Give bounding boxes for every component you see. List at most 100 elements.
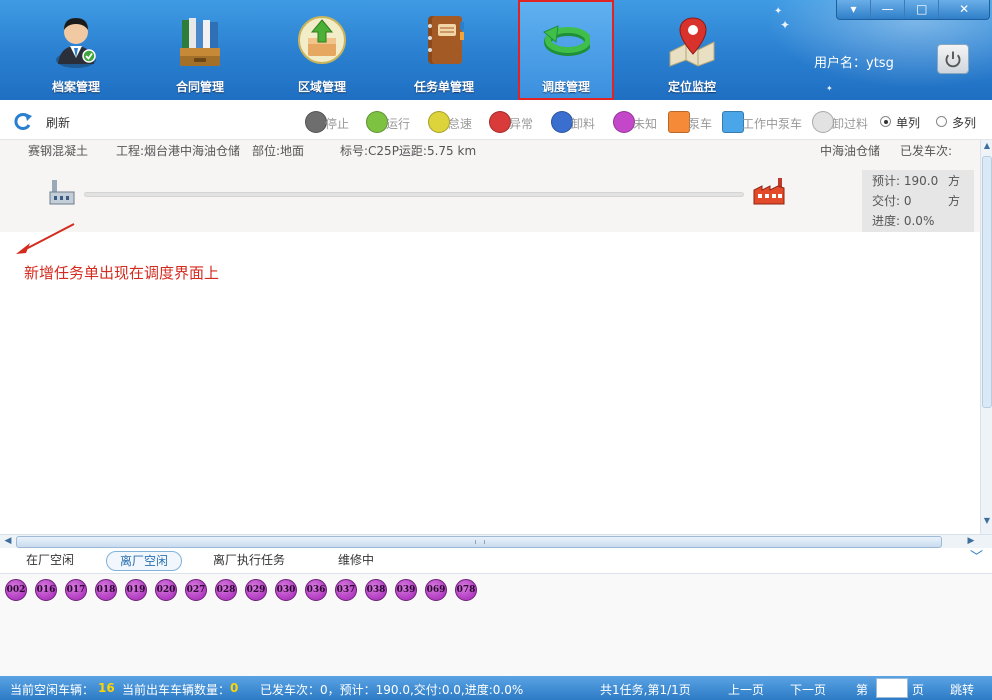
nav-dispatch-management[interactable]: 调度管理 [518,0,614,100]
vehicle-badge[interactable]: 069 [425,579,447,601]
vehicle-badge[interactable]: 036 [305,579,327,601]
top-banner: ✦ ✦ ✦ 档案管理 合同管理 区域管理 任务单管理 调度管理 定位监控 用户名… [0,0,992,100]
vehicle-badge[interactable]: 038 [365,579,387,601]
nav-area-management[interactable]: 区域管理 [274,0,370,100]
scroll-left-icon[interactable]: ◀ [1,535,15,549]
task-project: 工程:烟台港中海油仓储 [116,144,241,158]
page-prefix: 第 [856,683,869,697]
notebook-icon [428,16,464,64]
vertical-scrollbar[interactable]: ▲ ▼ [980,140,992,534]
task-progress-track [84,192,744,197]
vehicle-badge[interactable]: 028 [215,579,237,601]
status-square-icon [668,111,690,133]
nav-label: 任务单管理 [413,80,474,94]
dispatch-arrow-icon [543,25,590,56]
nav-label: 调度管理 [541,80,590,94]
concrete-plant-icon [49,180,75,205]
horizontal-scroll-thumb[interactable] [16,536,942,548]
vehicle-list: 002 016 017 018 019 020 027 028 029 030 … [0,574,992,676]
username-label: 用户名：ytsg [814,56,894,71]
out-vehicles-label: 当前出车车辆数量： [122,683,231,697]
vertical-scroll-thumb[interactable] [982,156,992,408]
jump-button[interactable]: 跳转 [950,681,974,698]
tab-out-plant-idle[interactable]: 离厂空闲 [106,551,182,571]
page-number-input[interactable] [876,678,908,698]
window-controls: ▾ — □ ✕ [836,0,990,20]
task-product: 赛钢混凝土 [28,144,89,158]
vehicle-badge[interactable]: 017 [65,579,87,601]
status-dot-icon [428,111,450,133]
task-dispatched: 已发车次: [900,144,953,158]
vehicle-badge[interactable]: 016 [35,579,57,601]
delivered-row: 交付: 0 方 [872,194,960,208]
status-dot-icon [812,111,834,133]
scroll-down-icon[interactable]: ▼ [982,516,992,530]
nav-label: 档案管理 [51,80,100,94]
scroll-right-icon[interactable]: ▶ [964,535,978,549]
vehicle-badge[interactable]: 078 [455,579,477,601]
scroll-up-icon[interactable]: ▲ [982,141,992,155]
map-pin-icon [669,17,715,67]
sparkle-icon: ✦ [774,6,783,17]
power-icon [945,51,961,68]
vehicle-badge[interactable]: 020 [155,579,177,601]
power-button[interactable] [937,44,969,74]
task-stats-panel: 预计: 190.0 方 交付: 0 方 进度: 0.0% [862,170,974,232]
page-suffix: 页 [912,683,925,697]
vehicle-badge[interactable]: 037 [335,579,357,601]
progress-row: 进度: 0.0% [872,214,935,228]
status-dot-icon [305,111,327,133]
task-position: 部位:地面 [252,144,305,158]
task-site: 中海油仓储 [820,144,881,158]
idle-vehicles-count: 16 [98,681,115,695]
page-info: 共1任务,第1/1页 [600,683,691,697]
task-grade-distance: 标号:C25P运距:5.75 km [340,144,477,158]
status-dot-icon [366,111,388,133]
vehicle-badge[interactable]: 002 [5,579,27,601]
window-minimize-button[interactable]: — [871,0,906,19]
vehicle-badge[interactable]: 039 [395,579,417,601]
refresh-label: 刷新 [46,116,71,130]
planned-row: 预计: 190.0 方 [872,174,960,188]
vehicle-badge[interactable]: 027 [185,579,207,601]
refresh-button[interactable]: 刷新 [12,110,92,132]
window-close-button[interactable]: ✕ [939,0,989,19]
status-dot-icon [613,111,635,133]
status-dot-icon [551,111,573,133]
idle-vehicles-label: 当前空闲车辆： [10,683,95,697]
factory-icon [753,178,785,205]
vehicle-badge[interactable]: 030 [275,579,297,601]
status-square-icon [722,111,744,133]
horizontal-scrollbar[interactable]: ◀ ▶ [0,534,992,548]
nav-label: 区域管理 [297,80,346,94]
nav-task-order-management[interactable]: 任务单管理 [396,0,492,100]
vehicle-badge[interactable]: 029 [245,579,267,601]
window-maximize-button[interactable]: □ [905,0,940,19]
status-bar: 当前空闲车辆： 16 当前出车车辆数量： 0 已发车次：0，预计：190.0,交… [0,676,992,700]
sparkle-icon: ✦ [826,84,833,93]
window-menu-button[interactable]: ▾ [837,0,872,19]
vehicle-badge[interactable]: 018 [95,579,117,601]
vehicle-tabs: 在厂空闲 离厂空闲 离厂执行任务 维修中 ﹀ [0,548,992,574]
binders-icon [180,18,220,66]
tab-in-repair[interactable]: 维修中 [330,551,382,571]
tab-in-plant-idle[interactable]: 在厂空闲 [18,551,82,571]
next-page-button[interactable]: 下一页 [790,681,826,698]
upload-box-icon [298,16,346,64]
toolbar: 刷新 停止 运行 怠速 异常 卸料 未知 泵车 工作中泵车 卸过料 单列 多列 [0,100,992,140]
collapse-chevron-icon[interactable]: ﹀ [970,551,986,566]
nav-label: 定位监控 [667,80,716,94]
nav-location-monitoring[interactable]: 定位监控 [644,0,740,100]
refresh-icon [14,113,32,130]
annotation-text: 新增任务单出现在调度界面上 [24,264,220,282]
nav-archive-management[interactable]: 档案管理 [28,0,124,100]
tab-out-plant-executing[interactable]: 离厂执行任务 [206,551,292,571]
sparkle-icon: ✦ [780,18,791,32]
dispatch-summary: 已发车次：0，预计：190.0,交付:0.0,进度:0.0% [260,683,524,697]
task-card[interactable]: 赛钢混凝土 工程:烟台港中海油仓储 部位:地面 标号:C25P运距:5.75 k… [0,140,980,232]
nav-contract-management[interactable]: 合同管理 [152,0,248,100]
vehicle-badge[interactable]: 019 [125,579,147,601]
prev-page-button[interactable]: 上一页 [728,681,764,698]
user-avatar-icon [56,18,96,68]
out-vehicles-count: 0 [230,681,239,695]
